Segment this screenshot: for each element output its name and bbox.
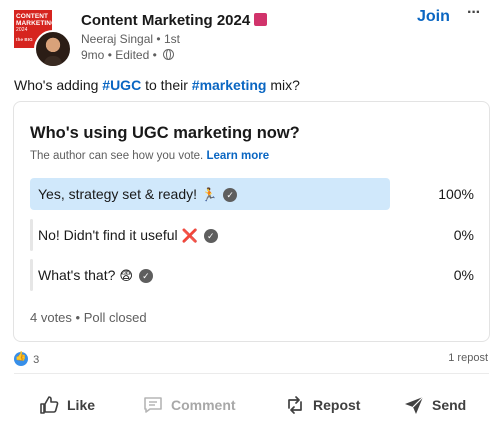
poll-option-rail [30, 259, 33, 291]
check-icon: ✓ [203, 229, 218, 243]
post-text: Who's adding #UGC to their #marketing mi… [14, 77, 300, 93]
like-reaction-icon [14, 351, 28, 366]
poll-option-percent: 100% [438, 186, 474, 202]
running-emoji-icon: 🏃 [201, 187, 218, 202]
poll-status: Poll closed [83, 310, 147, 325]
poll-option[interactable]: No! Didn't find it useful ❌ ✓ 0% [30, 219, 474, 251]
repost-label: Repost [313, 397, 361, 413]
author-line: Neeraj Singal • 1st [81, 32, 180, 46]
reaction-count: 3 [33, 354, 40, 366]
poll-footer-separator: • [75, 310, 81, 325]
group-logo-line2: MARKETING [16, 20, 57, 27]
meta-separator: • [107, 48, 112, 62]
post-meta: 9mo • Edited • [81, 48, 175, 62]
poll-card: Who's using UGC marketing now? The autho… [13, 101, 490, 342]
avatar-stack[interactable]: CONTENT MARKETING 2024 the BIG [14, 10, 72, 68]
post-text-prefix: Who's adding [14, 77, 103, 93]
poll-option-label-row: What's that? 😨 ✓ [38, 267, 153, 284]
more-options-button[interactable]: ··· [467, 4, 481, 22]
poll-option-label: No! Didn't find it useful [38, 227, 178, 243]
post-age: 9mo [81, 48, 105, 62]
repost-icon [288, 396, 302, 414]
post-edited: Edited [115, 48, 150, 62]
join-button[interactable]: Join [417, 8, 450, 26]
reaction-summary[interactable]: 3 [14, 351, 40, 366]
like-label: Like [67, 397, 96, 413]
poll-note-text: The author can see how you vote. [30, 150, 204, 162]
poll-option-percent: 0% [453, 227, 474, 243]
author-separator: • [156, 32, 161, 46]
poll-option-label-row: Yes, strategy set & ready! 🏃 ✓ [38, 186, 238, 203]
group-title[interactable]: Content Marketing 2024 [81, 12, 250, 29]
poll-privacy-note: The author can see how you vote. Learn m… [30, 150, 269, 162]
group-logo-line1: CONTENT [16, 13, 49, 20]
poll-option[interactable]: What's that? 😨 ✓ 0% [30, 259, 474, 291]
author-avatar[interactable] [34, 30, 72, 68]
post-text-suffix: mix? [266, 77, 300, 93]
post-text-middle: to their [141, 77, 192, 93]
send-icon [405, 396, 424, 414]
hashtag-ugc[interactable]: #UGC [102, 77, 141, 93]
post-header: CONTENT MARKETING 2024 the BIG Content M… [0, 0, 503, 70]
author-name[interactable]: Neeraj Singal [81, 32, 153, 46]
poll-option-percent: 0% [453, 267, 474, 283]
poll-option[interactable]: Yes, strategy set & ready! 🏃 ✓ 100% [30, 178, 474, 210]
group-emoji-icon [254, 13, 268, 26]
poll-option-label-row: No! Didn't find it useful ❌ ✓ [38, 227, 218, 244]
hashtag-marketing[interactable]: #marketing [192, 77, 267, 93]
poll-option-label: What's that? [38, 267, 116, 283]
globe-icon [163, 49, 175, 60]
poll-option-label: Yes, strategy set & ready! [38, 186, 198, 202]
poll-option-rail [30, 219, 33, 251]
check-icon: ✓ [223, 188, 238, 202]
check-icon: ✓ [138, 269, 153, 283]
learn-more-link[interactable]: Learn more [206, 150, 269, 162]
meta-separator-2: • [152, 48, 157, 62]
author-degree: 1st [163, 32, 180, 46]
cross-mark-icon: ❌ [181, 228, 198, 243]
action-divider [14, 373, 489, 374]
comment-label: Comment [171, 397, 236, 413]
repost-count[interactable]: 1 repost [448, 352, 488, 364]
thumbs-up-icon [40, 396, 59, 414]
send-label: Send [432, 397, 467, 413]
poll-votes[interactable]: 4 votes [30, 310, 72, 325]
group-title-row[interactable]: Content Marketing 2024 [81, 12, 268, 29]
comment-icon [144, 397, 162, 413]
fearful-face-icon: 😨 [119, 268, 133, 283]
poll-question: Who's using UGC marketing now? [30, 124, 300, 142]
poll-footer: 4 votes • Poll closed [30, 310, 147, 325]
